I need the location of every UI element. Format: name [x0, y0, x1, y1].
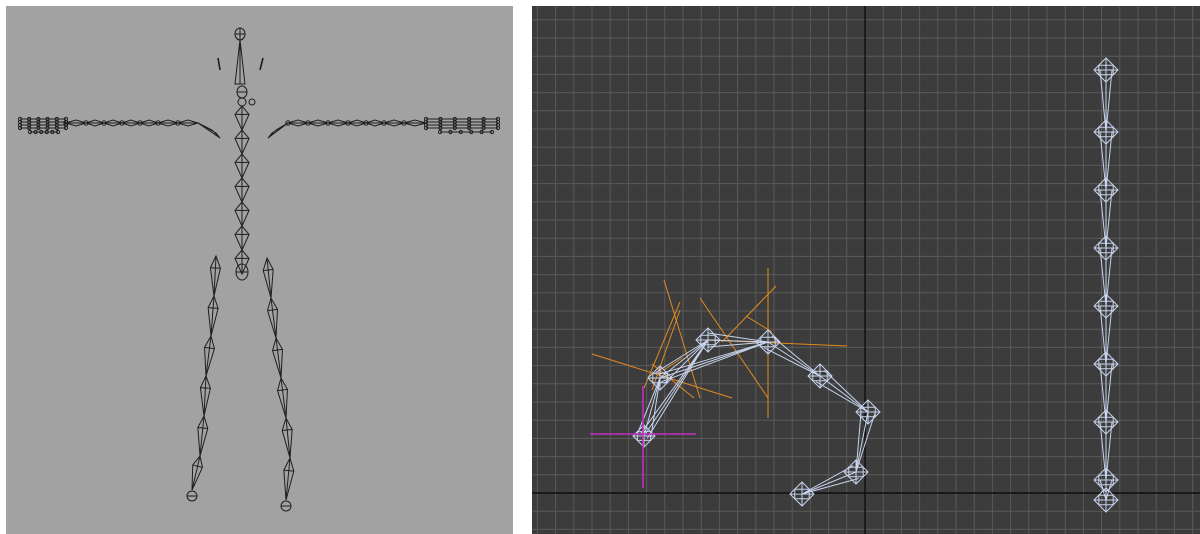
scene-page	[0, 0, 1200, 534]
viewport-background	[532, 6, 1200, 534]
front-viewport-canvas[interactable]	[6, 6, 513, 534]
head-bone[interactable]	[234, 27, 246, 41]
perspective-viewport[interactable]	[532, 6, 1200, 534]
perspective-viewport-canvas[interactable]	[532, 6, 1200, 534]
front-viewport[interactable]	[6, 6, 513, 534]
viewport-background	[6, 6, 513, 534]
